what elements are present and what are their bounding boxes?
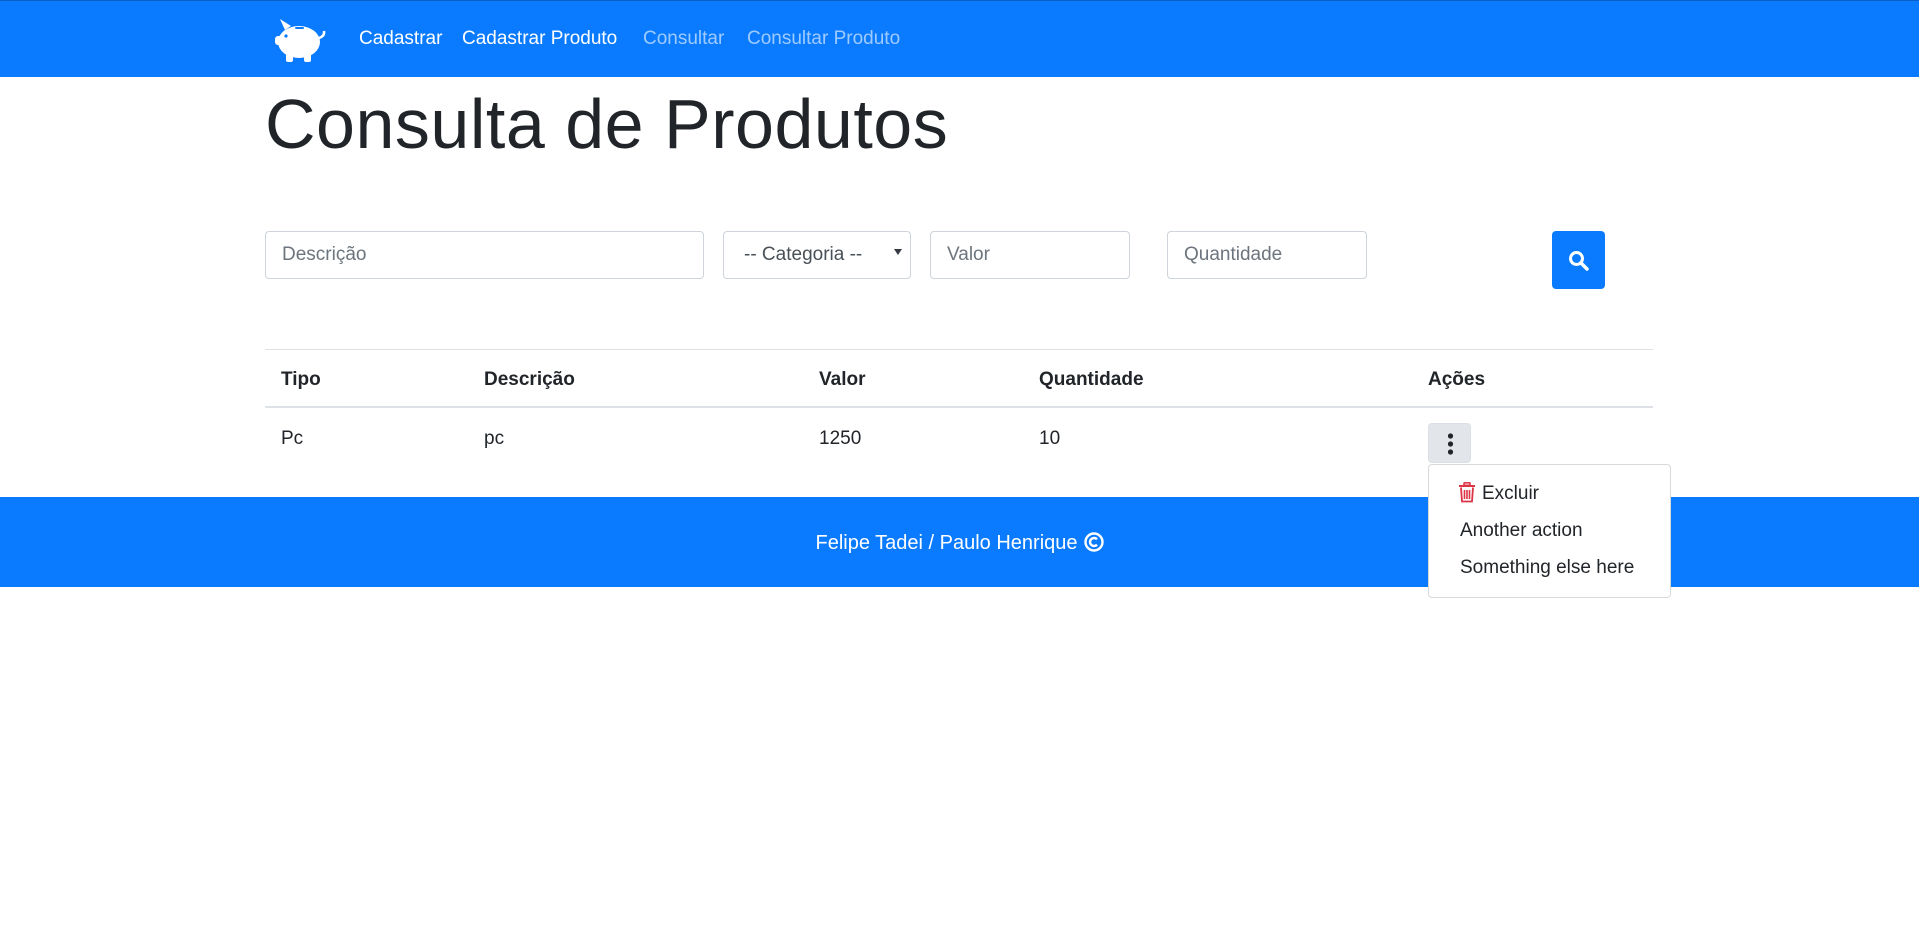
top-navbar: Cadastrar Cadastrar Produto Consultar Co…: [0, 0, 1919, 77]
cell-descricao: pc: [484, 428, 505, 449]
nav-link-cadastrar[interactable]: Cadastrar: [359, 27, 442, 51]
dropdown-item-something-else[interactable]: Something else here: [1429, 552, 1670, 586]
column-header-acoes: Ações: [1428, 369, 1486, 390]
page-title: Consulta de Produtos: [265, 85, 949, 163]
kebab-vertical-icon: [1447, 433, 1454, 455]
cell-tipo: Pc: [281, 428, 304, 449]
footer-text: Felipe Tadei / Paulo Henrique: [815, 532, 1078, 554]
cell-valor: 1250: [819, 428, 862, 449]
valor-input[interactable]: [930, 231, 1130, 279]
cell-quantidade: 10: [1039, 428, 1061, 449]
dropdown-item-label: Something else here: [1460, 557, 1635, 578]
row-actions-dropdown: Excluir Another action Something else he…: [1428, 464, 1671, 598]
column-header-descricao: Descrição: [484, 369, 575, 390]
dropdown-item-excluir[interactable]: Excluir: [1429, 478, 1670, 512]
column-header-tipo: Tipo: [281, 369, 321, 390]
search-icon: [1569, 251, 1589, 271]
categoria-select-value: -- Categoria --: [744, 244, 863, 265]
table-top-border: [265, 349, 1653, 350]
descricao-input[interactable]: [265, 231, 704, 279]
row-actions-button[interactable]: [1428, 423, 1471, 463]
search-button[interactable]: [1552, 231, 1605, 289]
nav-link-consultar[interactable]: Consultar: [643, 27, 724, 51]
categoria-select[interactable]: -- Categoria --: [723, 231, 911, 279]
dropdown-item-label: Another action: [1460, 520, 1583, 541]
column-header-quantidade: Quantidade: [1039, 369, 1144, 390]
trash-icon: [1459, 482, 1475, 503]
dropdown-item-label: Excluir: [1482, 483, 1540, 504]
table-header-border: [265, 406, 1653, 408]
column-header-valor: Valor: [819, 369, 866, 390]
nav-link-consultar-produto[interactable]: Consultar Produto: [747, 27, 900, 51]
dropdown-item-another-action[interactable]: Another action: [1429, 515, 1670, 549]
piggy-bank-icon[interactable]: [271, 14, 327, 64]
quantidade-input[interactable]: [1167, 231, 1367, 279]
copyright-icon: [1083, 532, 1104, 552]
nav-link-cadastrar-produto[interactable]: Cadastrar Produto: [462, 27, 617, 51]
chevron-down-icon: [894, 249, 902, 255]
